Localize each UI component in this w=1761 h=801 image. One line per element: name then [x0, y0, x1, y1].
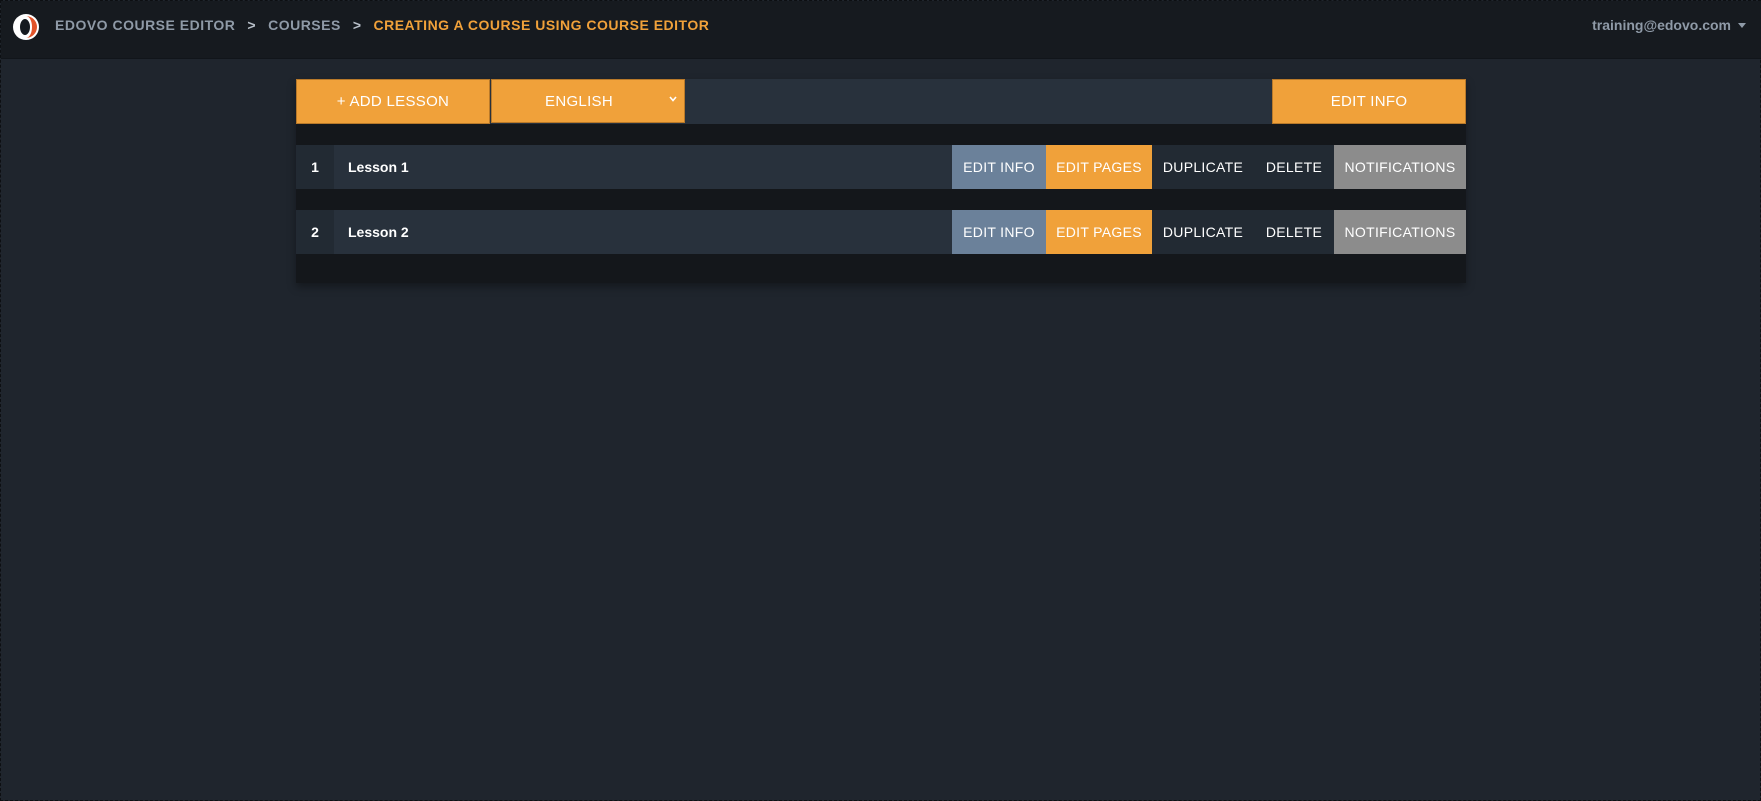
lesson-delete-button[interactable]: DELETE — [1254, 210, 1334, 254]
breadcrumb-separator: > — [352, 17, 362, 33]
lesson-row: 2 Lesson 2 EDIT INFO EDIT PAGES DUPLICAT… — [296, 210, 1466, 254]
user-email: training@edovo.com — [1592, 17, 1731, 33]
app-frame: EDOVO COURSE EDITOR > COURSES > CREATING… — [0, 0, 1761, 801]
breadcrumb: EDOVO COURSE EDITOR > COURSES > CREATING… — [55, 16, 709, 34]
lessons-panel: + ADD LESSON ENGLISH EDIT INFO 1 Lesson … — [296, 79, 1466, 283]
breadcrumb-course-editor[interactable]: EDOVO COURSE EDITOR — [55, 17, 235, 33]
lesson-actions: EDIT INFO EDIT PAGES DUPLICATE DELETE NO… — [952, 145, 1466, 189]
lesson-edit-pages-button[interactable]: EDIT PAGES — [1046, 145, 1152, 189]
lesson-toolbar: + ADD LESSON ENGLISH EDIT INFO — [296, 79, 1466, 124]
breadcrumb-current-course: CREATING A COURSE USING COURSE EDITOR — [373, 17, 710, 33]
lesson-actions: EDIT INFO EDIT PAGES DUPLICATE DELETE NO… — [952, 210, 1466, 254]
lesson-row: 1 Lesson 1 EDIT INFO EDIT PAGES DUPLICAT… — [296, 145, 1466, 189]
breadcrumb-courses[interactable]: COURSES — [268, 17, 341, 33]
language-select[interactable]: ENGLISH — [491, 79, 685, 123]
lesson-edit-info-button[interactable]: EDIT INFO — [952, 145, 1046, 189]
lesson-delete-button[interactable]: DELETE — [1254, 145, 1334, 189]
chevron-down-icon — [669, 96, 677, 102]
lesson-duplicate-button[interactable]: DUPLICATE — [1152, 210, 1254, 254]
lesson-edit-info-button[interactable]: EDIT INFO — [952, 210, 1046, 254]
edovo-logo-icon[interactable] — [12, 13, 40, 41]
lesson-title: Lesson 1 — [348, 159, 409, 175]
breadcrumb-separator: > — [247, 17, 257, 33]
lesson-number: 2 — [296, 210, 334, 254]
lesson-duplicate-button[interactable]: DUPLICATE — [1152, 145, 1254, 189]
lesson-title: Lesson 2 — [348, 224, 409, 240]
lesson-notifications-button[interactable]: NOTIFICATIONS — [1334, 210, 1466, 254]
lesson-edit-pages-button[interactable]: EDIT PAGES — [1046, 210, 1152, 254]
course-edit-info-button[interactable]: EDIT INFO — [1272, 79, 1466, 124]
language-selected-value: ENGLISH — [545, 92, 613, 110]
caret-down-icon — [1738, 22, 1746, 28]
user-menu[interactable]: training@edovo.com — [1592, 17, 1746, 33]
add-lesson-button[interactable]: + ADD LESSON — [296, 79, 490, 124]
lesson-notifications-button[interactable]: NOTIFICATIONS — [1334, 145, 1466, 189]
lesson-number: 1 — [296, 145, 334, 189]
top-bar: EDOVO COURSE EDITOR > COURSES > CREATING… — [1, 1, 1761, 59]
